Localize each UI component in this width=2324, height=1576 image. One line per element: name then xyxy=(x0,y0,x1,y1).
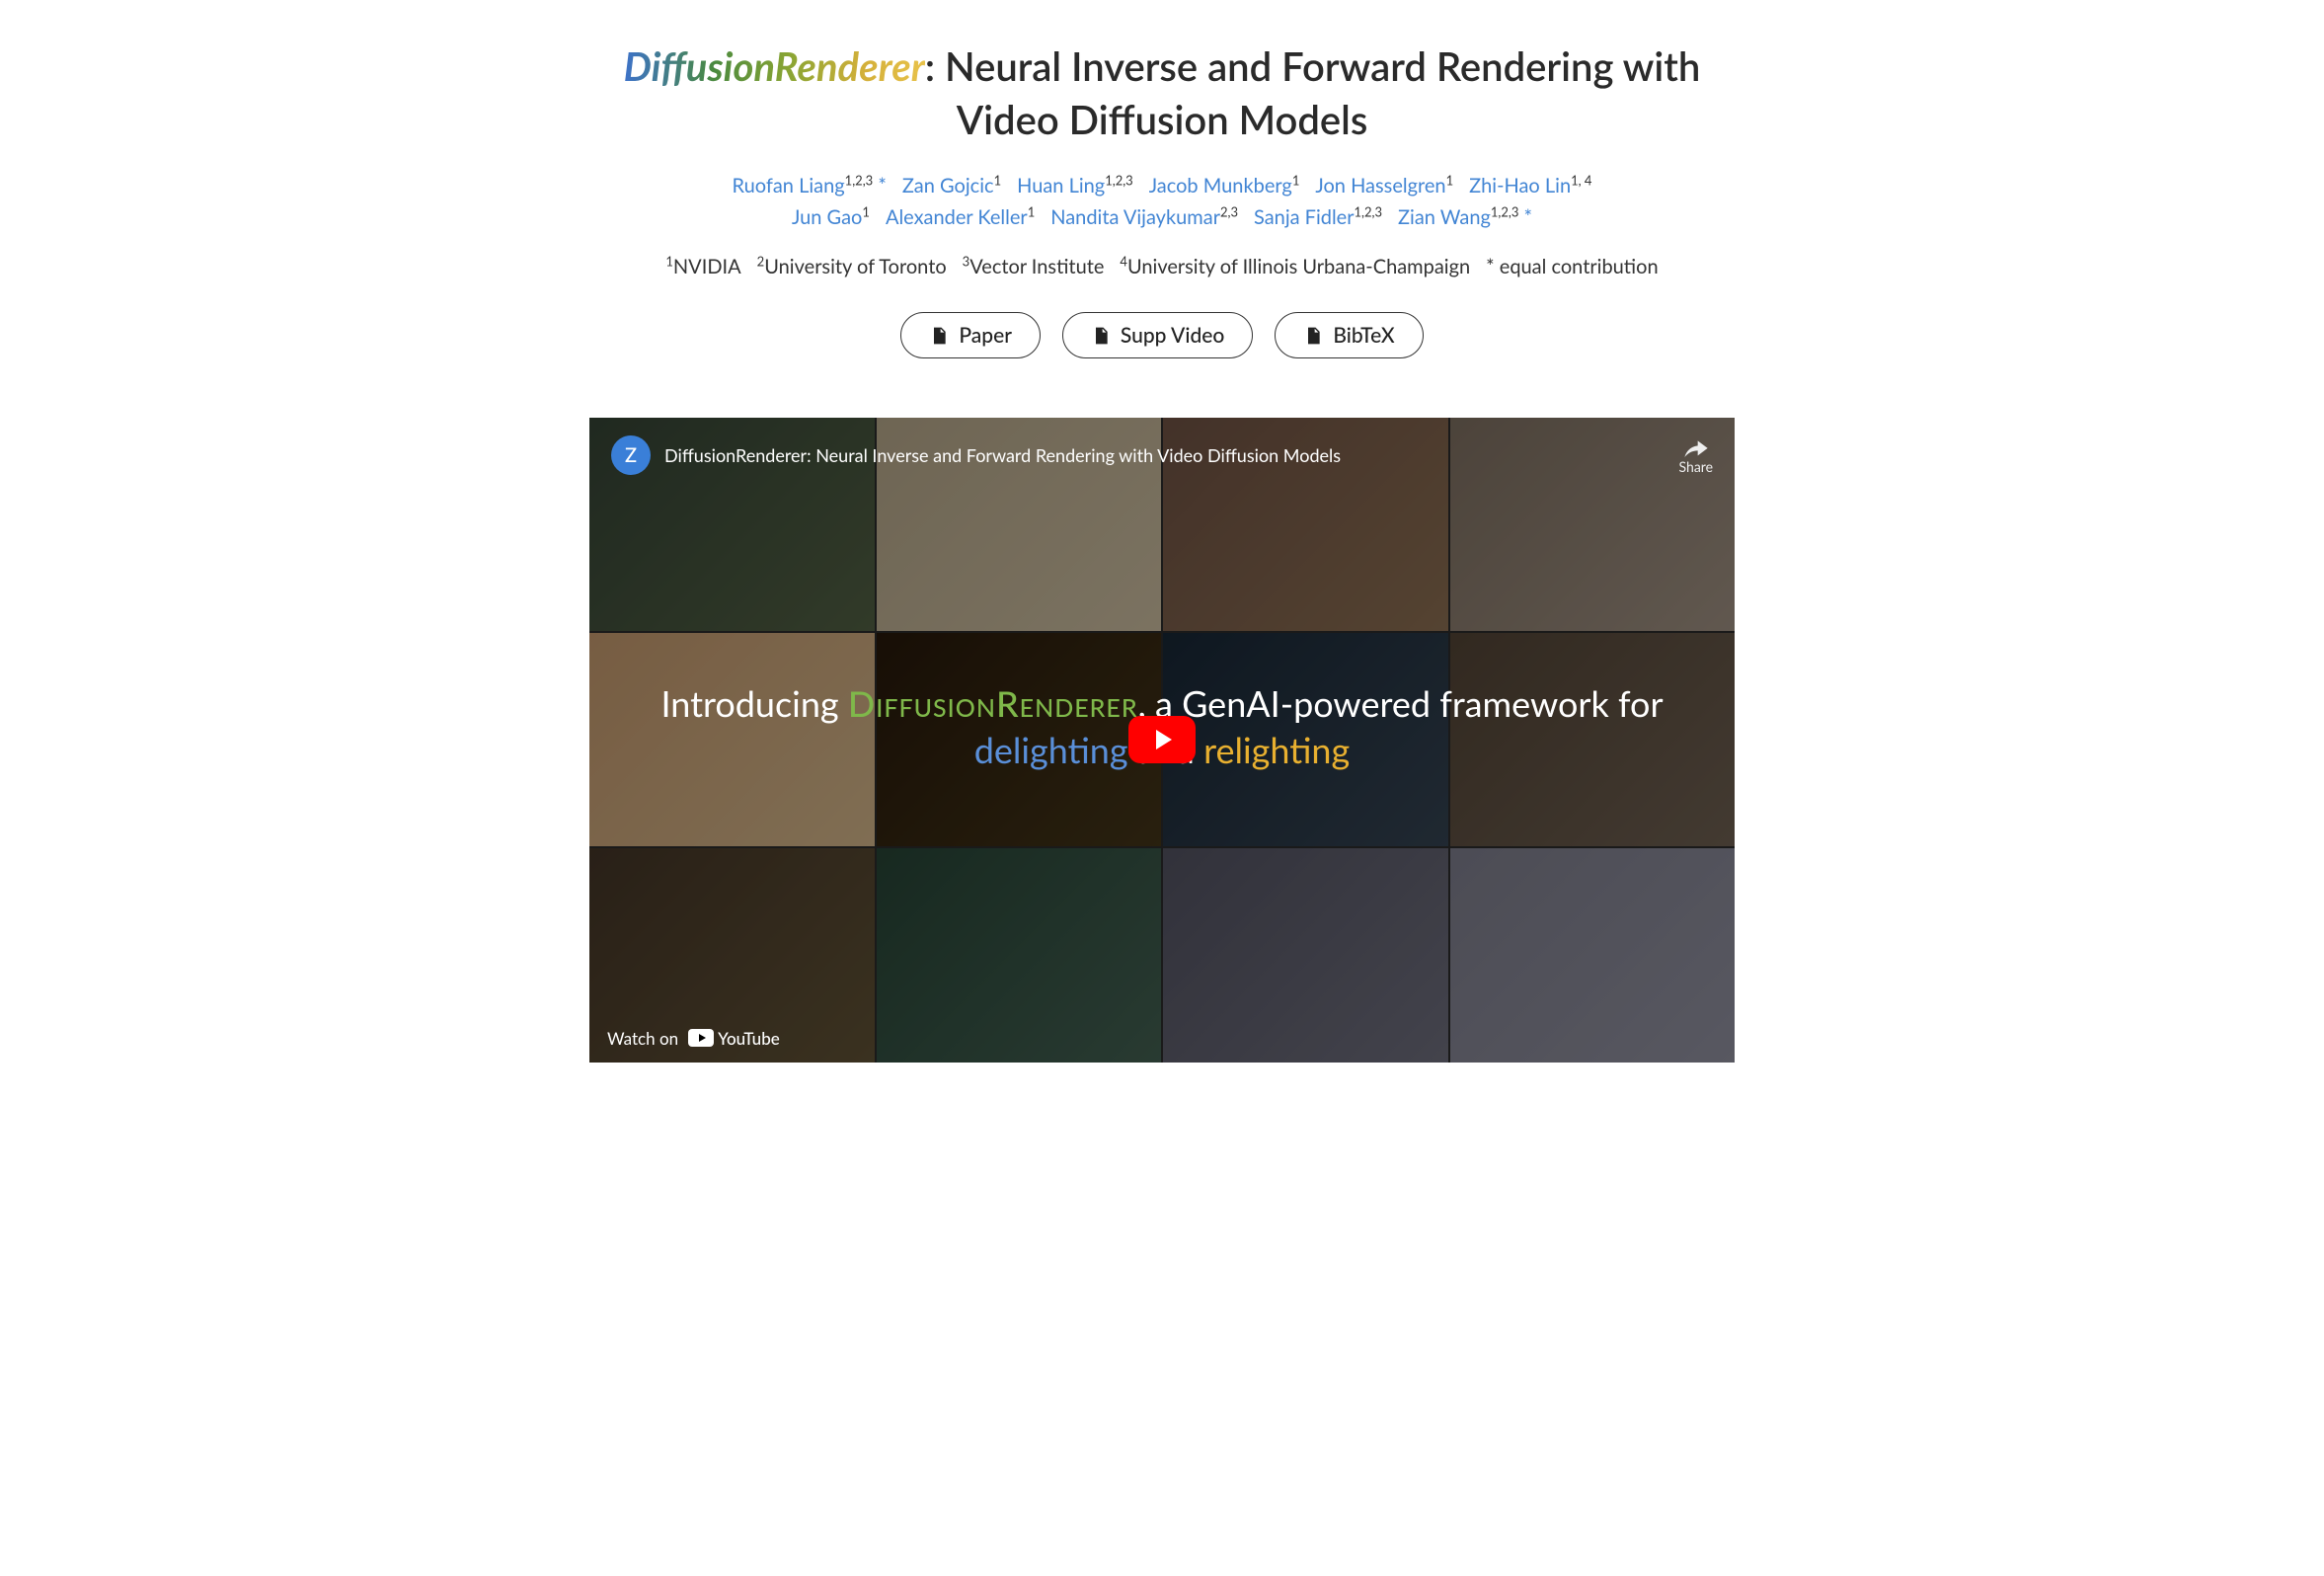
supp-video-button[interactable]: Supp Video xyxy=(1062,312,1253,358)
supp-video-button-label: Supp Video xyxy=(1121,323,1224,348)
overlay-relighting: relighting xyxy=(1203,728,1350,771)
bibtex-button[interactable]: BibTeX xyxy=(1275,312,1423,358)
author-link[interactable]: Jacob Munkberg1 xyxy=(1149,170,1300,201)
affiliation: 4University of Illinois Urbana-Champaign xyxy=(1120,251,1470,282)
affiliation: 2University of Toronto xyxy=(757,251,947,282)
overlay-delighting: delighting xyxy=(974,728,1128,771)
author-link[interactable]: Zan Gojcic1 xyxy=(902,170,1001,201)
authors-block: Ruofan Liang1,2,3 * Zan Gojcic1 Huan Ling1… xyxy=(589,170,1735,233)
author-link[interactable]: Nandita Vijaykumar2,3 xyxy=(1050,201,1238,233)
youtube-icon xyxy=(688,1029,714,1047)
video-title[interactable]: DiffusionRenderer: Neural Inverse and Fo… xyxy=(664,444,1341,466)
author-link[interactable]: Zhi-Hao Lin1, 4 xyxy=(1469,170,1591,201)
channel-avatar[interactable]: Z xyxy=(611,435,651,475)
author-link[interactable]: Huan Ling1,2,3 xyxy=(1017,170,1133,201)
share-button[interactable]: Share xyxy=(1679,436,1713,475)
video-header: Z DiffusionRenderer: Neural Inverse and … xyxy=(589,418,1735,493)
document-icon xyxy=(929,325,949,347)
overlay-brand: DiffusionRenderer xyxy=(848,681,1138,725)
author-link[interactable]: Ruofan Liang1,2,3 * xyxy=(733,170,887,201)
author-link[interactable]: Jon Hasselgren1 xyxy=(1315,170,1453,201)
paper-button[interactable]: Paper xyxy=(900,312,1041,358)
video-embed[interactable]: Z DiffusionRenderer: Neural Inverse and … xyxy=(589,418,1735,1063)
document-icon xyxy=(1303,325,1323,347)
bibtex-button-label: BibTeX xyxy=(1333,323,1394,348)
play-button[interactable] xyxy=(1128,716,1196,763)
equal-contribution-note: * equal contribution xyxy=(1486,251,1658,282)
watch-on-label: Watch on xyxy=(607,1028,678,1049)
watch-on-youtube[interactable]: Watch on YouTube xyxy=(589,1014,798,1063)
document-icon xyxy=(1091,325,1111,347)
author-link[interactable]: Alexander Keller1 xyxy=(886,201,1035,233)
paper-button-label: Paper xyxy=(959,323,1012,348)
affiliations-block: 1NVIDIA 2University of Toronto 3Vector Ins… xyxy=(589,251,1735,282)
title-rest: : Neural Inverse and Forward Rendering w… xyxy=(925,42,1700,143)
affiliation: 3Vector Institute xyxy=(963,251,1105,282)
page-title: DiffusionRenderer: Neural Inverse and Fo… xyxy=(589,39,1735,146)
share-icon xyxy=(1681,436,1711,458)
affiliation: 1NVIDIA xyxy=(665,251,740,282)
share-label: Share xyxy=(1679,458,1713,475)
author-link[interactable]: Zian Wang1,2,3 * xyxy=(1398,201,1532,233)
author-link[interactable]: Jun Gao1 xyxy=(792,201,870,233)
title-brand: DiffusionRenderer xyxy=(624,42,925,90)
button-row: Paper Supp Video BibTeX xyxy=(589,312,1735,358)
author-link[interactable]: Sanja Fidler1,2,3 xyxy=(1254,201,1382,233)
youtube-logo: YouTube xyxy=(688,1028,780,1049)
